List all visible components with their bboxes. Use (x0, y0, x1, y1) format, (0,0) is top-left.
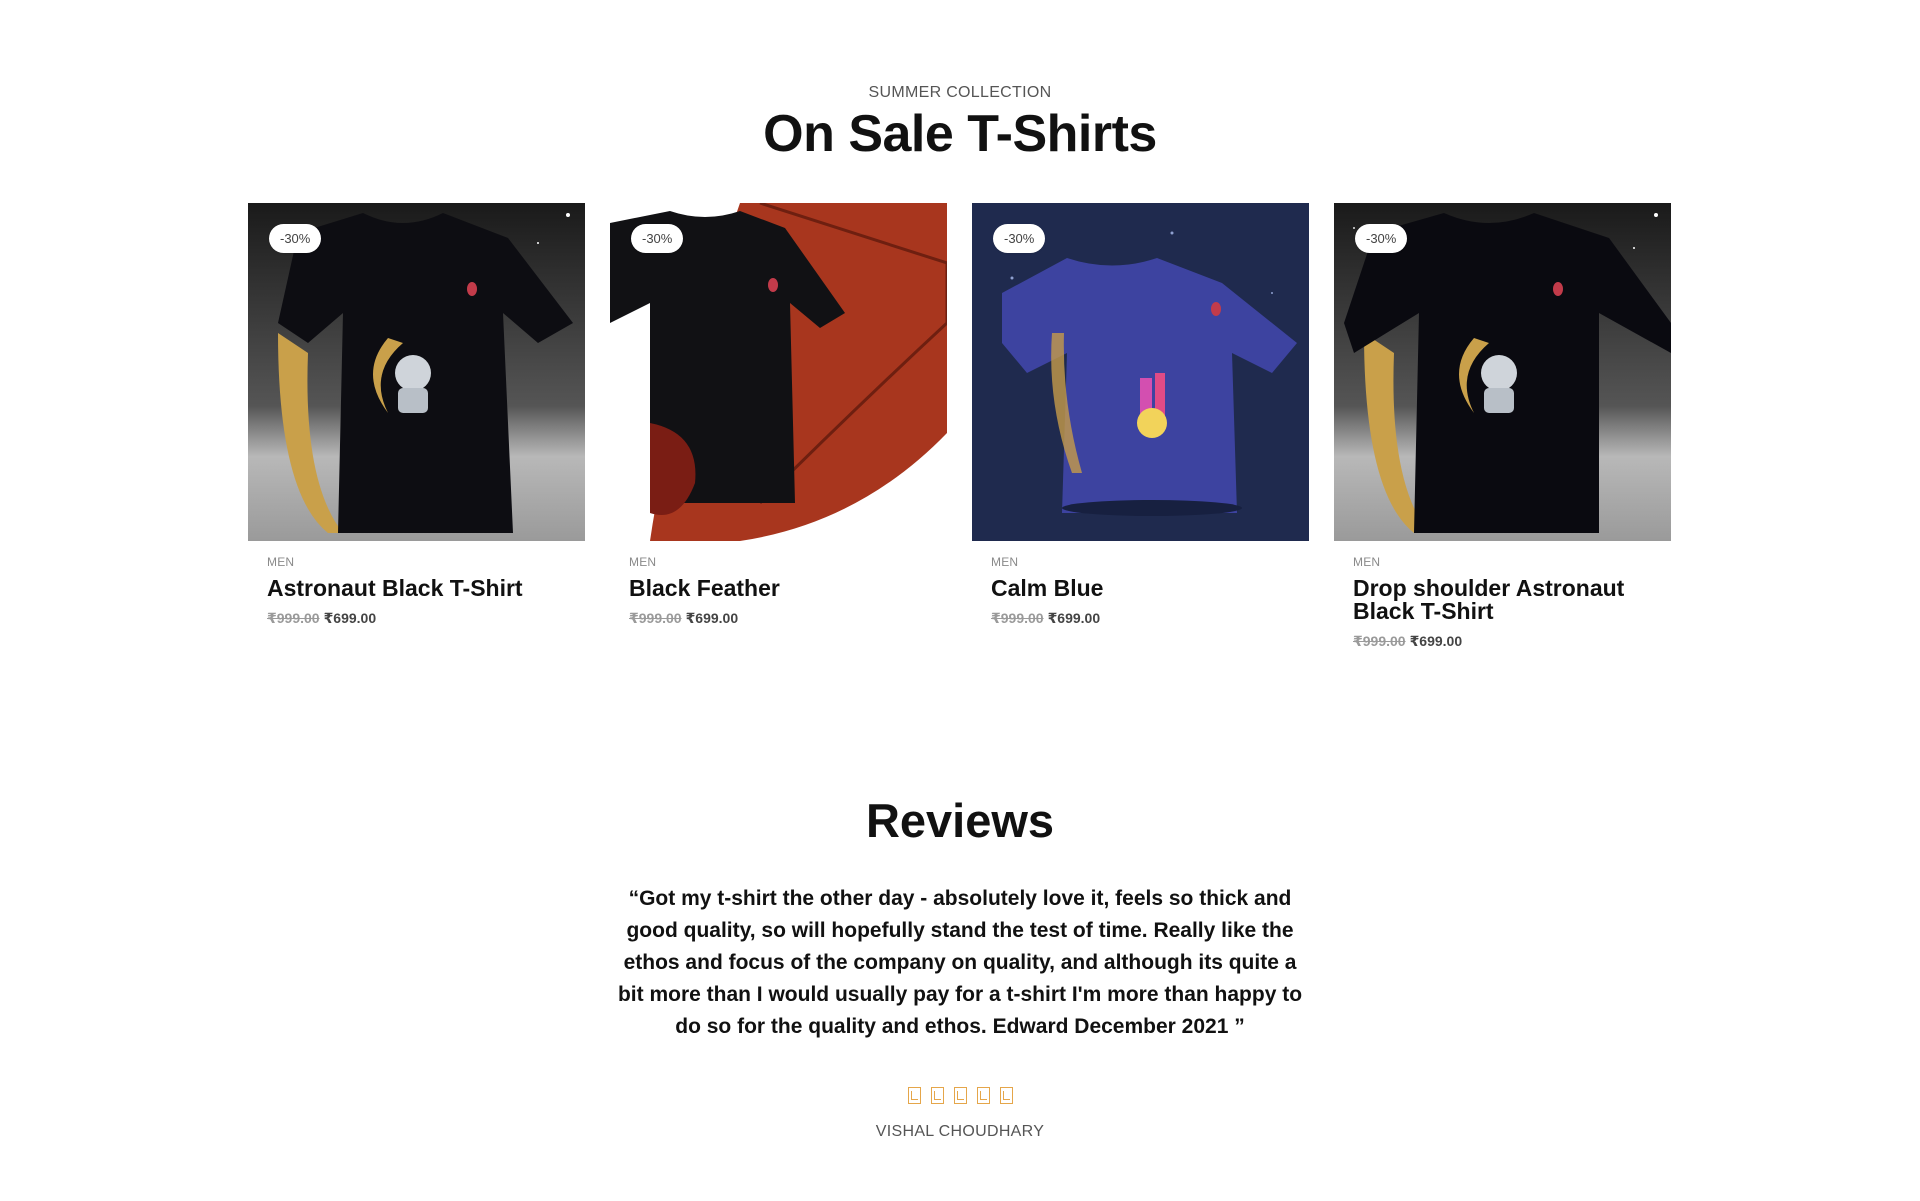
product-card[interactable]: -30% MEN Black Feather ₹999.00 ₹699.00 (610, 203, 947, 650)
product-image[interactable]: -30% (610, 203, 947, 541)
product-meta: MEN Drop shoulder Astronaut Black T-Shir… (1334, 541, 1671, 650)
star-icon (999, 1087, 1013, 1104)
product-category[interactable]: MEN (629, 555, 928, 569)
star-icon (976, 1087, 990, 1104)
product-card[interactable]: -30% MEN Calm Blue ₹999.00 ₹699.00 (972, 203, 1309, 650)
black-feather-tshirt-icon (610, 203, 947, 541)
reviewer-name: VISHAL CHOUDHARY (875, 1123, 1045, 1140)
product-price: ₹999.00 ₹699.00 (1353, 633, 1652, 650)
product-name[interactable]: Black Feather (629, 577, 928, 600)
old-price: ₹999.00 (267, 610, 320, 626)
product-price: ₹999.00 ₹699.00 (991, 610, 1290, 627)
product-image[interactable]: -30% (972, 203, 1309, 541)
discount-badge: -30% (1355, 224, 1408, 253)
section-title: On Sale T-Shirts (763, 105, 1157, 163)
product-image[interactable]: -30% (248, 203, 585, 541)
product-meta: MEN Astronaut Black T-Shirt ₹999.00 ₹699.… (248, 541, 585, 627)
sale-price: ₹699.00 (685, 610, 739, 626)
sale-price: ₹699.00 (323, 610, 377, 626)
sale-price: ₹699.00 (1409, 633, 1463, 649)
product-name[interactable]: Calm Blue (991, 577, 1290, 600)
page: SUMMER COLLECTION On Sale T-Shirts -30% … (0, 0, 1920, 1201)
product-name[interactable]: Astronaut Black T-Shirt (267, 577, 566, 600)
product-meta: MEN Black Feather ₹999.00 ₹699.00 (610, 541, 947, 627)
product-name[interactable]: Drop shoulder Astronaut Black T-Shirt (1353, 577, 1652, 623)
sale-price: ₹699.00 (1047, 610, 1101, 626)
product-image[interactable]: -30% (1334, 203, 1671, 541)
astronaut-black-tshirt-icon (248, 203, 585, 541)
product-price: ₹999.00 ₹699.00 (267, 610, 566, 627)
drop-shoulder-astronaut-tshirt-icon (1334, 203, 1671, 541)
discount-badge: -30% (631, 224, 684, 253)
calm-blue-tshirt-icon (972, 203, 1309, 541)
product-grid: -30% MEN Astronaut Black T-Shirt ₹999.00… (248, 203, 1673, 650)
review-quote: “Got my t-shirt the other day - absolute… (617, 887, 1303, 1038)
star-icon (953, 1087, 967, 1104)
product-price: ₹999.00 ₹699.00 (629, 610, 928, 627)
product-card[interactable]: -30% MEN Drop shoulder Astronaut Black T… (1334, 203, 1671, 650)
old-price: ₹999.00 (1353, 633, 1406, 649)
star-icon (930, 1087, 944, 1104)
product-category[interactable]: MEN (991, 555, 1290, 569)
old-price: ₹999.00 (629, 610, 682, 626)
old-price: ₹999.00 (991, 610, 1044, 626)
section-subtitle: SUMMER COLLECTION (868, 84, 1052, 101)
rating-stars (0, 1087, 1920, 1104)
product-card[interactable]: -30% MEN Astronaut Black T-Shirt ₹999.00… (248, 203, 585, 650)
star-icon (907, 1087, 921, 1104)
product-meta: MEN Calm Blue ₹999.00 ₹699.00 (972, 541, 1309, 627)
discount-badge: -30% (993, 224, 1046, 253)
product-category[interactable]: MEN (267, 555, 566, 569)
discount-badge: -30% (269, 224, 322, 253)
product-category[interactable]: MEN (1353, 555, 1652, 569)
reviews-title: Reviews (865, 794, 1055, 847)
